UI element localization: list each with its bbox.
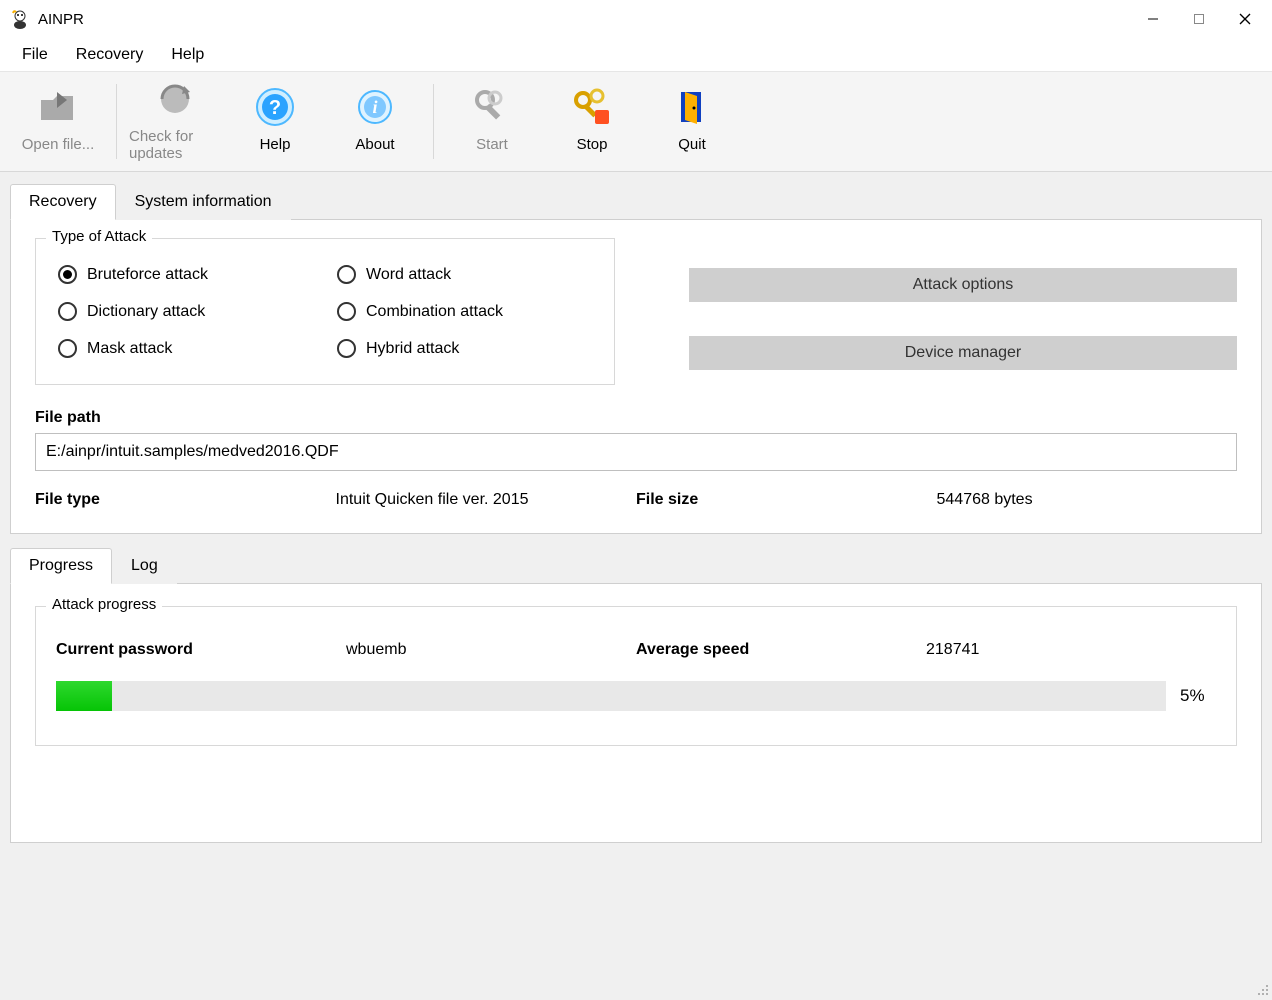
exit-door-icon [671,86,713,128]
tabs-top: Recovery System information [10,184,1262,220]
progress-panel: Attack progress Current password wbuemb … [10,583,1262,843]
radio-word-label: Word attack [366,266,451,284]
file-size-value: 544768 bytes [937,491,1238,509]
radio-combination-label: Combination attack [366,303,503,321]
info-icon: i [354,86,396,128]
toolbar-help-label: Help [260,136,291,153]
toolbar-check-updates-label: Check for updates [129,128,221,162]
radio-combination[interactable]: Combination attack [337,302,592,321]
file-type-value: Intuit Quicken file ver. 2015 [336,491,637,509]
menu-recovery[interactable]: Recovery [62,40,158,70]
recovery-panel: Type of Attack Bruteforce attack Word at… [10,219,1262,534]
radio-icon [337,265,356,284]
toolbar-separator [433,84,434,159]
resize-grip[interactable] [1254,981,1270,997]
app-icon [10,9,30,29]
radio-hybrid-label: Hybrid attack [366,340,459,358]
toolbar-open-file[interactable]: Open file... [8,72,108,171]
radio-bruteforce-label: Bruteforce attack [87,266,208,284]
menubar: File Recovery Help [0,38,1272,72]
current-password-label: Current password [56,641,346,659]
attack-options-button[interactable]: Attack options [689,268,1237,302]
file-path-input[interactable] [35,433,1237,471]
average-speed-value: 218741 [926,641,1216,659]
toolbar-help[interactable]: ? Help [225,72,325,171]
progress-bar [56,681,1166,711]
radio-bruteforce[interactable]: Bruteforce attack [58,265,313,284]
keys-icon [471,86,513,128]
radio-dictionary-label: Dictionary attack [87,303,205,321]
toolbar-start-label: Start [476,136,508,153]
radio-icon [337,302,356,321]
radio-icon [58,339,77,358]
svg-text:?: ? [269,97,281,119]
current-password-value: wbuemb [346,641,636,659]
radio-dictionary[interactable]: Dictionary attack [58,302,313,321]
radio-word[interactable]: Word attack [337,265,592,284]
attack-type-legend: Type of Attack [46,228,152,245]
attack-progress-group: Attack progress Current password wbuemb … [35,606,1237,746]
toolbar: Open file... Check for updates ? Help i … [0,72,1272,172]
minimize-button[interactable] [1130,3,1176,35]
open-file-icon [37,86,79,128]
toolbar-stop[interactable]: Stop [542,72,642,171]
toolbar-quit-label: Quit [678,136,706,153]
file-size-label: File size [636,491,937,509]
toolbar-stop-label: Stop [577,136,608,153]
file-type-label: File type [35,491,336,509]
tab-recovery[interactable]: Recovery [10,184,116,220]
toolbar-quit[interactable]: Quit [642,72,742,171]
tab-system-information[interactable]: System information [116,184,291,220]
window-title: AINPR [38,11,84,28]
titlebar: AINPR [0,0,1272,38]
keys-stop-icon [571,86,613,128]
progress-percent: 5% [1180,686,1216,706]
toolbar-start[interactable]: Start [442,72,542,171]
globe-refresh-icon [154,78,196,120]
radio-icon [58,302,77,321]
radio-hybrid[interactable]: Hybrid attack [337,339,592,358]
menu-file[interactable]: File [8,40,62,70]
file-path-label: File path [35,409,1237,427]
tabs-bottom: Progress Log [10,548,1262,584]
toolbar-about[interactable]: i About [325,72,425,171]
help-icon: ? [254,86,296,128]
device-manager-button[interactable]: Device manager [689,336,1237,370]
content-area: Recovery System information Type of Atta… [0,172,1272,855]
toolbar-separator [116,84,117,159]
attack-type-group: Type of Attack Bruteforce attack Word at… [35,238,615,385]
radio-icon [337,339,356,358]
svg-text:i: i [372,97,377,117]
close-button[interactable] [1222,3,1268,35]
average-speed-label: Average speed [636,641,926,659]
tab-progress[interactable]: Progress [10,548,112,584]
toolbar-open-file-label: Open file... [22,136,95,153]
radio-icon [58,265,77,284]
menu-help[interactable]: Help [157,40,218,70]
tab-log[interactable]: Log [112,548,177,584]
maximize-button[interactable] [1176,3,1222,35]
toolbar-check-updates[interactable]: Check for updates [125,72,225,171]
attack-progress-legend: Attack progress [46,596,162,613]
radio-mask-label: Mask attack [87,340,172,358]
radio-mask[interactable]: Mask attack [58,339,313,358]
progress-bar-fill [56,681,112,711]
toolbar-about-label: About [355,136,394,153]
